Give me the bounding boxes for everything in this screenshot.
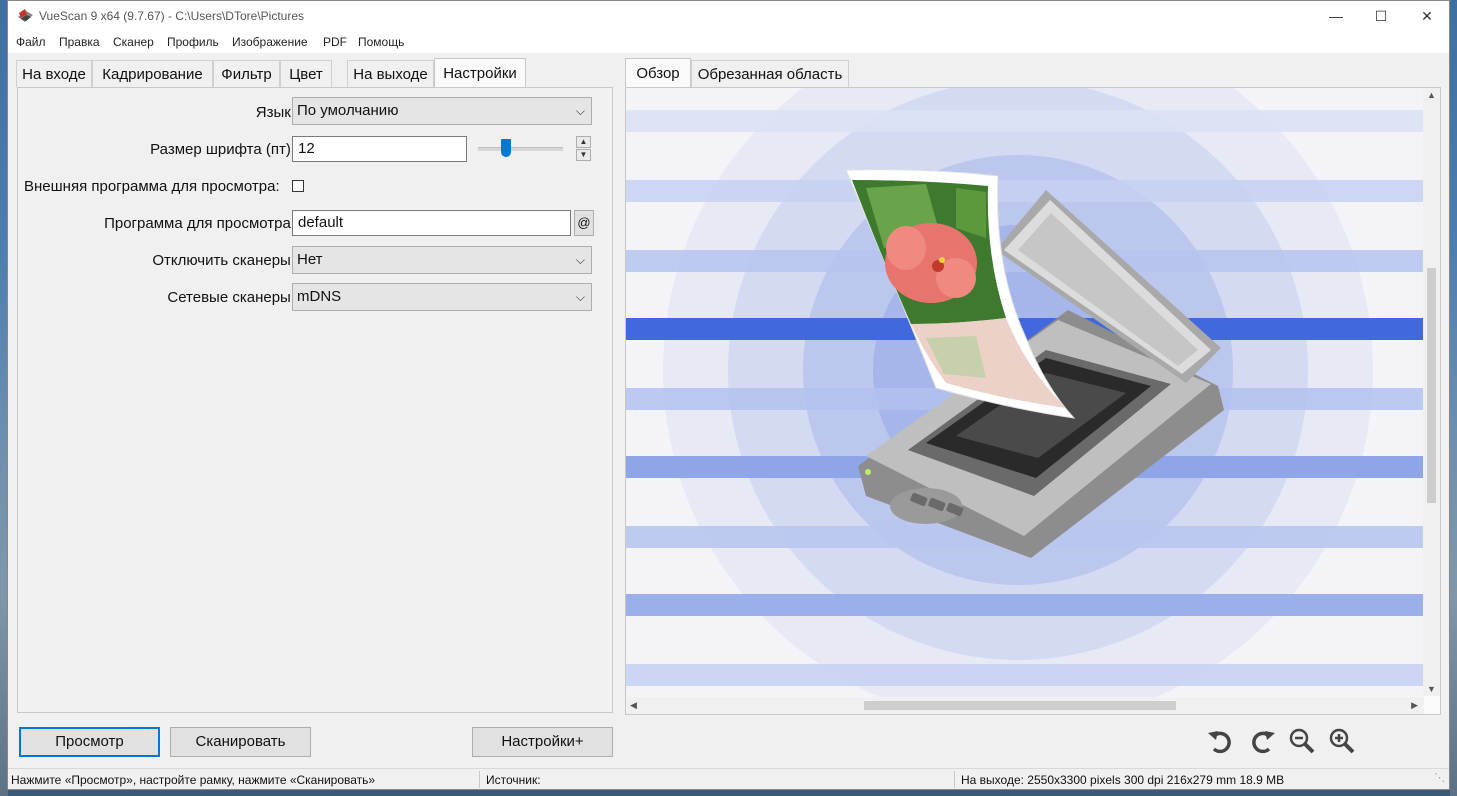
menu-edit[interactable]: Правка <box>59 35 100 49</box>
font-size-slider-track[interactable] <box>478 147 563 151</box>
disable-scanners-select[interactable]: Нет ⌵ <box>292 246 592 274</box>
menu-scanner[interactable]: Сканер <box>113 35 154 49</box>
tab-output[interactable]: На выходе <box>347 60 434 87</box>
network-scanners-value: mDNS <box>297 288 342 305</box>
status-source: Источник: <box>486 773 541 787</box>
zoom-in-icon[interactable] <box>1328 727 1356 755</box>
menu-image[interactable]: Изображение <box>232 35 308 49</box>
chevron-down-icon: ⌵ <box>575 104 585 118</box>
vuescan-splash-image <box>626 88 1424 698</box>
rotate-right-icon[interactable] <box>1249 727 1277 755</box>
tab-crop[interactable]: Кадрирование <box>92 60 213 87</box>
status-output: На выходе: 2550x3300 pixels 300 dpi 216x… <box>961 773 1285 787</box>
scan-button[interactable]: Сканировать <box>170 727 311 757</box>
scroll-left-icon[interactable]: ◀ <box>630 700 637 711</box>
preview-area[interactable]: ▲ ▼ ◀ ▶ <box>625 87 1441 715</box>
network-scanners-select[interactable]: mDNS ⌵ <box>292 283 592 311</box>
app-icon <box>18 9 33 22</box>
maximize-button[interactable]: ☐ <box>1358 1 1404 32</box>
resize-grip-icon[interactable]: ⋱ <box>1434 771 1445 784</box>
vertical-scrollbar[interactable]: ▲ ▼ <box>1423 88 1440 696</box>
tab-settings[interactable]: Настройки <box>434 58 526 88</box>
tab-filter[interactable]: Фильтр <box>213 60 280 87</box>
spin-up-icon[interactable]: ▲ <box>576 136 591 148</box>
scroll-down-icon[interactable]: ▼ <box>1427 684 1436 694</box>
menu-file[interactable]: Файл <box>16 35 46 49</box>
menu-help[interactable]: Помощь <box>358 35 404 49</box>
horizontal-scroll-thumb[interactable] <box>864 701 1176 710</box>
horizontal-scrollbar[interactable]: ◀ ▶ <box>626 697 1424 714</box>
rotate-left-icon[interactable] <box>1206 727 1234 755</box>
window-title: VueScan 9 x64 (9.7.67) - C:\Users\DTore\… <box>39 9 304 23</box>
disable-scanners-value: Нет <box>297 251 323 268</box>
menu-profile[interactable]: Профиль <box>167 35 219 49</box>
font-size-label: Размер шрифта (пт): <box>150 141 295 158</box>
preview-button[interactable]: Просмотр <box>19 727 160 757</box>
status-divider <box>954 771 955 788</box>
external-viewer-checkbox[interactable] <box>292 180 304 192</box>
vuescan-window: VueScan 9 x64 (9.7.67) - C:\Users\DTore\… <box>7 0 1450 790</box>
settings-panel: Язык: По умолчанию ⌵ Размер шрифта (пт):… <box>17 87 613 713</box>
tab-cropped-area[interactable]: Обрезанная область <box>691 60 849 87</box>
tab-overview[interactable]: Обзор <box>625 58 691 88</box>
tab-input[interactable]: На входе <box>16 60 92 87</box>
viewer-program-label: Программа для просмотра: <box>104 215 295 232</box>
tab-color[interactable]: Цвет <box>280 60 332 87</box>
menu-pdf[interactable]: PDF <box>323 35 347 49</box>
chevron-down-icon: ⌵ <box>575 290 585 304</box>
external-viewer-label: Внешняя программа для просмотра: <box>24 178 280 195</box>
vertical-scroll-thumb[interactable] <box>1427 268 1436 503</box>
language-label: Язык: <box>255 104 295 121</box>
language-value: По умолчанию <box>297 102 399 119</box>
status-divider <box>479 771 480 788</box>
spin-down-icon[interactable]: ▼ <box>576 149 591 161</box>
chevron-down-icon: ⌵ <box>575 253 585 267</box>
title-bar: VueScan 9 x64 (9.7.67) - C:\Users\DTore\… <box>8 1 1449 32</box>
minimize-button[interactable]: — <box>1313 1 1359 32</box>
viewer-program-input[interactable]: default <box>292 210 571 236</box>
language-select[interactable]: По умолчанию ⌵ <box>292 97 592 125</box>
scroll-right-icon[interactable]: ▶ <box>1411 700 1418 711</box>
status-bar: Нажмите «Просмотр», настройте рамку, наж… <box>8 768 1449 789</box>
menu-bar: Файл Правка Сканер Профиль Изображение P… <box>8 32 1449 53</box>
font-size-input[interactable]: 12 <box>292 136 467 162</box>
network-scanners-label: Сетевые сканеры: <box>167 289 295 306</box>
desktop-background-right <box>1450 0 1457 796</box>
browse-program-button[interactable]: @ <box>574 210 594 236</box>
font-size-slider-thumb[interactable] <box>500 139 511 157</box>
more-settings-button[interactable]: Настройки+ <box>472 727 613 757</box>
status-hint: Нажмите «Просмотр», настройте рамку, наж… <box>11 773 376 787</box>
scroll-up-icon[interactable]: ▲ <box>1427 90 1436 100</box>
disable-scanners-label: Отключить сканеры: <box>152 252 295 269</box>
zoom-out-icon[interactable] <box>1288 727 1316 755</box>
close-button[interactable]: ✕ <box>1404 1 1449 32</box>
